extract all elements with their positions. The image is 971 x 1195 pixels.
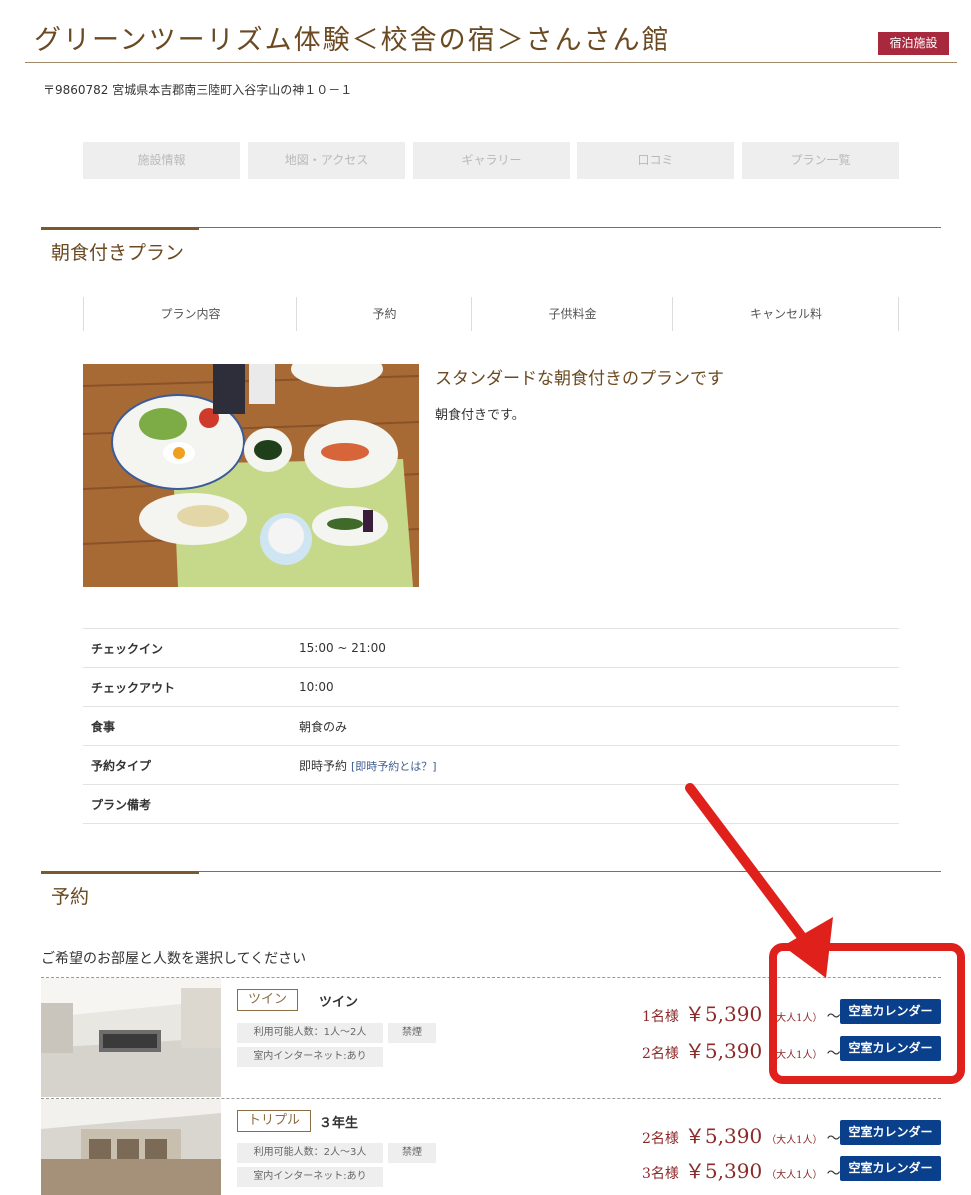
price-row: 2名様 ￥5,390 （大人1人）～ bbox=[642, 1120, 841, 1148]
room-capacity-tag: 利用可能人数：2人～3人 bbox=[237, 1143, 383, 1163]
table-row: 食事 朝食のみ bbox=[83, 706, 899, 746]
annotation-arrowhead bbox=[783, 917, 833, 978]
room-photo-twin[interactable] bbox=[41, 978, 221, 1097]
reservation-type-value: 即時予約 bbox=[299, 758, 348, 773]
header-divider bbox=[25, 62, 957, 63]
info-label: 予約タイプ bbox=[91, 758, 152, 773]
plan-description: 朝食付きです。 bbox=[435, 408, 525, 423]
tab-child-rates[interactable]: 子供料金 bbox=[471, 297, 673, 331]
room-capacity-tag: 利用可能人数：1人～2人 bbox=[237, 1023, 383, 1043]
plan-photo bbox=[83, 364, 419, 587]
nav-plan-list[interactable]: プラン一覧 bbox=[742, 142, 899, 179]
room-type-tag: トリプル bbox=[237, 1110, 312, 1132]
price-tilde: ～ bbox=[826, 1009, 841, 1025]
facility-address: 〒9860782 宮城県本吉郡南三陸町入谷字山の神１０－１ bbox=[43, 83, 353, 97]
nav-facility-info[interactable]: 施設情報 bbox=[83, 142, 240, 179]
facility-title: グリーンツーリズム体験＜校舎の宿＞さんさん館 bbox=[34, 25, 671, 56]
room-name: ３年生 bbox=[319, 1116, 359, 1131]
info-value: 朝食のみ bbox=[299, 719, 348, 734]
table-row: チェックアウト 10:00 bbox=[83, 667, 899, 707]
price-tilde: ～ bbox=[826, 1166, 841, 1182]
plan-section-rule-light bbox=[199, 227, 941, 228]
vacancy-calendar-button[interactable]: 空室カレンダー bbox=[840, 1156, 941, 1181]
room-type-tag: ツイン bbox=[237, 989, 299, 1011]
price-row: 1名様 ￥5,390 （大人1人）～ bbox=[642, 998, 841, 1026]
guest-count: 2名様 bbox=[642, 1131, 679, 1147]
table-row: チェックイン 15:00 ~ 21:00 bbox=[83, 628, 899, 668]
internet-tag: 室内インターネット:あり bbox=[237, 1167, 383, 1187]
price-amount: ￥5,390 bbox=[684, 1002, 763, 1026]
plan-headline: スタンダードな朝食付きのプランです bbox=[435, 369, 724, 389]
info-label: チェックアウト bbox=[91, 680, 176, 695]
tab-plan-content[interactable]: プラン内容 bbox=[83, 297, 297, 331]
price-row: 2名様 ￥5,390 （大人1人）～ bbox=[642, 1035, 841, 1063]
table-row: 予約タイプ 即時予約 [即時予約とは？] bbox=[83, 745, 899, 785]
vacancy-calendar-button[interactable]: 空室カレンダー bbox=[840, 1036, 941, 1061]
nav-gallery[interactable]: ギャラリー bbox=[413, 142, 570, 179]
price-note: （大人1人） bbox=[766, 1050, 823, 1061]
guest-count: 2名様 bbox=[642, 1046, 679, 1062]
table-row: プラン備考 bbox=[83, 784, 899, 824]
tabs-end-divider bbox=[898, 297, 899, 331]
instant-booking-help-link[interactable]: [即時予約とは？] bbox=[351, 760, 437, 773]
tab-cancellation[interactable]: キャンセル料 bbox=[672, 297, 899, 331]
price-amount: ￥5,390 bbox=[684, 1124, 763, 1148]
room-name: ツイン bbox=[319, 995, 359, 1010]
non-smoking-tag: 禁煙 bbox=[388, 1143, 436, 1163]
guest-count: 3名様 bbox=[642, 1166, 679, 1182]
reservation-section-rule bbox=[41, 871, 199, 874]
reservation-instruction: ご希望のお部屋と人数を選択してください bbox=[41, 951, 307, 967]
info-value: 10:00 bbox=[299, 680, 334, 694]
room-photo-triple[interactable] bbox=[41, 1099, 221, 1195]
reservation-section-rule-light bbox=[199, 871, 941, 872]
plan-section-title: 朝食付きプラン bbox=[51, 242, 185, 264]
price-amount: ￥5,390 bbox=[684, 1039, 763, 1063]
reservation-section-title: 予約 bbox=[51, 886, 90, 908]
info-value bbox=[299, 785, 899, 824]
price-note: （大人1人） bbox=[766, 1013, 823, 1024]
info-label: チェックイン bbox=[91, 641, 164, 656]
tab-reservation[interactable]: 予約 bbox=[296, 297, 472, 331]
plan-section-rule bbox=[41, 227, 199, 230]
nav-reviews[interactable]: 口コミ bbox=[577, 142, 734, 179]
vacancy-calendar-button[interactable]: 空室カレンダー bbox=[840, 999, 941, 1024]
info-label: プラン備考 bbox=[91, 797, 152, 812]
info-value: 即時予約 [即時予約とは？] bbox=[299, 746, 899, 785]
price-amount: ￥5,390 bbox=[684, 1159, 763, 1183]
internet-tag: 室内インターネット:あり bbox=[237, 1047, 383, 1067]
price-note: （大人1人） bbox=[766, 1170, 823, 1181]
price-tilde: ～ bbox=[826, 1131, 841, 1147]
info-label: 食事 bbox=[91, 719, 116, 734]
plan-info-table: チェックイン 15:00 ~ 21:00 チェックアウト 10:00 食事 朝食… bbox=[83, 628, 899, 824]
guest-count: 1名様 bbox=[642, 1009, 679, 1025]
vacancy-calendar-button[interactable]: 空室カレンダー bbox=[840, 1120, 941, 1145]
info-value: 15:00 ~ 21:00 bbox=[299, 641, 386, 655]
price-tilde: ～ bbox=[826, 1046, 841, 1062]
price-note: （大人1人） bbox=[766, 1135, 823, 1146]
nav-map-access[interactable]: 地図・アクセス bbox=[248, 142, 405, 179]
facility-type-badge: 宿泊施設 bbox=[878, 32, 949, 55]
price-row: 3名様 ￥5,390 （大人1人）～ bbox=[642, 1155, 841, 1183]
non-smoking-tag: 禁煙 bbox=[388, 1023, 436, 1043]
